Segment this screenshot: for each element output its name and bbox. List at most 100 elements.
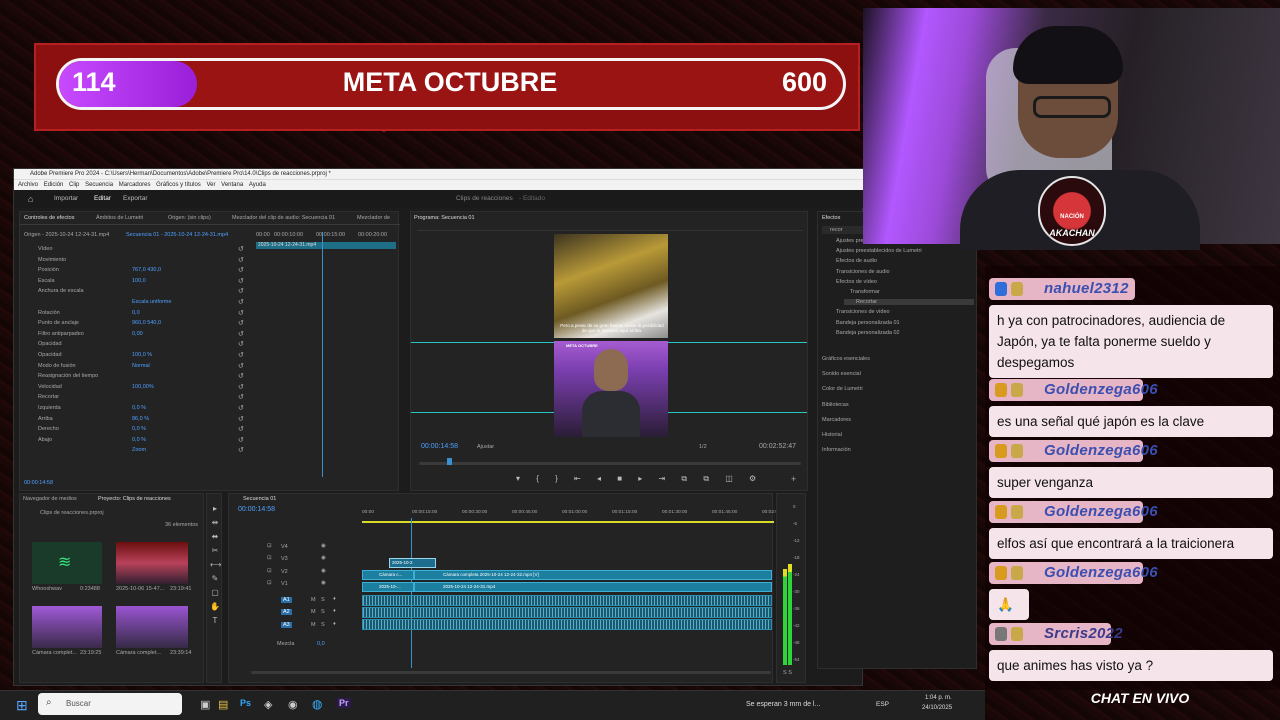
mic-icon[interactable]: ♦ [333, 608, 336, 614]
reset-icon[interactable]: ↺ [238, 319, 244, 327]
effects-title[interactable]: Efectos [822, 215, 840, 221]
reset-icon[interactable]: ↺ [238, 362, 244, 370]
effects-section[interactable]: Color de Lumetri [822, 386, 863, 392]
menu-secuencia[interactable]: Secuencia [85, 182, 113, 188]
reset-icon[interactable]: ↺ [238, 446, 244, 454]
username-text[interactable]: Srcris2022 [1044, 625, 1123, 642]
reset-icon[interactable]: ↺ [238, 256, 244, 264]
effects-section[interactable]: Historial [822, 432, 842, 438]
home-icon[interactable]: ⌂ [28, 190, 33, 208]
clock-date[interactable]: 24/10/2025 [922, 705, 952, 711]
effects-tree-item[interactable]: Transiciones de vídeo [824, 309, 974, 315]
effects-section[interactable]: Información [822, 447, 851, 453]
timeline-ruler[interactable]: 00:00 00:00:15:00 00:00:30:00 00:00:45:00 00… [362, 510, 787, 520]
tab-media-browser[interactable]: Navegador de medios [23, 496, 77, 502]
menu-ventana[interactable]: Ventana [221, 182, 243, 188]
menu-edicion[interactable]: Edición [44, 182, 64, 188]
effects-section[interactable]: Sonido esencial [822, 371, 861, 377]
reset-icon[interactable]: ↺ [238, 287, 244, 295]
menu-ver[interactable]: Ver [206, 182, 215, 188]
chat-username[interactable]: nahuel2312 [989, 278, 1135, 300]
reset-icon[interactable]: ↺ [238, 266, 244, 274]
fx-property-row[interactable]: Posición 767,0 430,0 ↺ [20, 265, 252, 275]
fx-property-row[interactable]: Recortar ↺ [20, 392, 252, 402]
lock-icon[interactable]: ⊡ [267, 543, 272, 549]
taskbar-search[interactable]: Buscar [38, 693, 182, 715]
task-view-icon[interactable]: ▣ [200, 698, 210, 711]
program-timecode[interactable]: 00:00:14:58 [421, 443, 458, 450]
track-name[interactable]: A2 [281, 609, 292, 616]
fx-property-row[interactable]: Velocidad 100,00% ↺ [20, 382, 252, 392]
fx-property-value[interactable]: 0,0 % [132, 426, 146, 432]
mute-icon[interactable]: M [311, 609, 316, 615]
fx-property-row[interactable]: Zoom ↺ [20, 445, 252, 455]
effects-tree-item[interactable]: Transformar [838, 289, 974, 295]
reset-icon[interactable]: ↺ [238, 372, 244, 380]
reset-icon[interactable]: ↺ [238, 330, 244, 338]
audio-thumbnail[interactable]: ≋ [32, 542, 102, 584]
fx-property-value[interactable]: 100,0 % [132, 352, 152, 358]
tab-exportar[interactable]: Exportar [123, 190, 148, 208]
effects-tree-item[interactable]: Efectos de audio [824, 258, 974, 264]
effects-tree-item[interactable]: Bandeja personalizada 02 [824, 330, 974, 336]
username-text[interactable]: Goldenzega606 [1044, 503, 1158, 520]
fx-property-row[interactable]: Punto de anclaje 960,0 540,0 ↺ [20, 318, 252, 328]
fx-property-value[interactable]: Zoom [132, 447, 146, 453]
chat-username[interactable]: Srcris2022 [989, 623, 1123, 645]
username-text[interactable]: Goldenzega606 [1044, 381, 1158, 398]
video-thumbnail[interactable] [116, 542, 188, 584]
reset-icon[interactable]: ↺ [238, 309, 244, 317]
effects-section[interactable]: Gráficos esenciales [822, 356, 870, 362]
menu-clip[interactable]: Clip [69, 182, 79, 188]
track-name[interactable]: A3 [281, 621, 292, 628]
menu-ayuda[interactable]: Ayuda [249, 182, 266, 188]
lock-icon[interactable]: ⊡ [267, 568, 272, 574]
fx-property-row[interactable]: Escala 100,0 ↺ [20, 276, 252, 286]
fx-property-row[interactable]: Rotación 0,0 ↺ [20, 308, 252, 318]
fx-property-row[interactable]: Reasignación del tiempo ↺ [20, 371, 252, 381]
reset-icon[interactable]: ↺ [238, 415, 244, 423]
fx-property-value[interactable]: Escala uniforme [132, 299, 171, 305]
solo-icon[interactable]: S [321, 597, 325, 603]
fx-property-value[interactable]: 0,0 [132, 310, 140, 316]
fx-property-row[interactable]: Anchura de escala ↺ [20, 286, 252, 296]
fx-property-value[interactable]: 100,0 [132, 278, 146, 284]
username-text[interactable]: Goldenzega606 [1044, 564, 1158, 581]
chat-username[interactable]: Goldenzega606 [989, 379, 1158, 401]
reset-icon[interactable]: ↺ [238, 351, 244, 359]
fx-property-row[interactable]: Escala uniforme ↺ [20, 297, 252, 307]
video-thumbnail[interactable] [116, 606, 188, 648]
fx-property-row[interactable]: Opacidad ↺ [20, 339, 252, 349]
clip-v2a[interactable]: Cámara c... [362, 570, 414, 580]
chat-username[interactable]: Goldenzega606 [989, 562, 1158, 584]
timeline-scrollbar[interactable] [251, 671, 771, 674]
tool-icons[interactable]: ▸ ⇹ ⬌ ✂ ⟷ ✎ ▢ ✋ T [210, 502, 221, 628]
menu-archivo[interactable]: Archivo [18, 182, 38, 188]
tab-audio-mixer[interactable]: Mezclador de [357, 215, 390, 221]
fx-property-row[interactable]: Filtro antiparpadeo 0,00 ↺ [20, 329, 252, 339]
effects-tree-item[interactable]: Transiciones de audio [824, 269, 974, 275]
fx-property-row[interactable]: Opacidad 100,0 % ↺ [20, 350, 252, 360]
fx-property-value[interactable]: 100,00% [132, 384, 154, 390]
fx-property-row[interactable]: Modo de fusión Normal ↺ [20, 361, 252, 371]
timeline-timecode[interactable]: 00:00:14:58 [238, 506, 275, 513]
fx-timecode[interactable]: 00:00:14:58 [24, 480, 53, 486]
work-area-bar[interactable] [362, 521, 774, 523]
meter-solo[interactable]: S S [783, 670, 792, 676]
mute-icon[interactable]: M [311, 622, 316, 628]
audio-clip-a3[interactable] [362, 619, 772, 630]
effects-section[interactable]: Marcadores [822, 417, 851, 423]
clock-time[interactable]: 1:04 p. m. [925, 695, 952, 701]
effects-section[interactable]: Bibliotecas [822, 402, 849, 408]
clip-v1a[interactable]: 2025-10-... [362, 582, 414, 592]
program-scrubber[interactable] [419, 462, 801, 465]
obs-icon[interactable]: ◉ [288, 698, 298, 711]
effects-tree-item[interactable]: Bandeja personalizada 01 [824, 320, 974, 326]
reset-icon[interactable]: ↺ [238, 383, 244, 391]
fx-property-value[interactable]: 960,0 540,0 [132, 320, 161, 326]
fx-property-value[interactable]: 767,0 430,0 [132, 267, 161, 273]
effects-tree-item[interactable]: Efectos de vídeo [824, 279, 974, 285]
tab-audio-clip-mixer[interactable]: Mezclador del clip de audio: Secuencia 0… [232, 215, 335, 221]
effects-tree-item[interactable]: Ajustes preestablecidos de Lumetri [824, 248, 974, 254]
video-thumbnail[interactable] [32, 606, 102, 648]
